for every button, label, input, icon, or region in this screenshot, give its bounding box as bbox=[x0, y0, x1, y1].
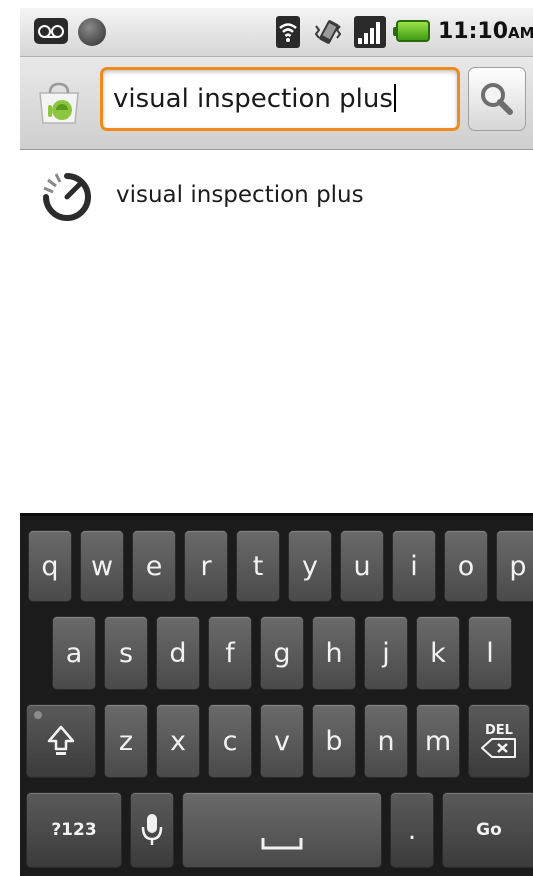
search-button[interactable] bbox=[468, 67, 526, 131]
shift-key[interactable] bbox=[26, 704, 96, 778]
key-r[interactable]: r bbox=[184, 530, 228, 602]
key-u[interactable]: u bbox=[340, 530, 384, 602]
key-g[interactable]: g bbox=[260, 616, 304, 690]
key-q[interactable]: q bbox=[28, 530, 72, 602]
text-caret bbox=[393, 84, 396, 112]
soft-keyboard: q w e r t y u i o p a s d f g h j k l z … bbox=[20, 513, 533, 876]
recent-search-icon bbox=[38, 168, 96, 226]
backspace-icon bbox=[481, 737, 516, 758]
microphone-key[interactable] bbox=[130, 792, 174, 868]
key-s[interactable]: s bbox=[104, 616, 148, 690]
key-e[interactable]: e bbox=[132, 530, 176, 602]
key-c[interactable]: c bbox=[208, 704, 252, 778]
key-i[interactable]: i bbox=[392, 530, 436, 602]
key-d[interactable]: d bbox=[156, 616, 200, 690]
android-icon bbox=[78, 18, 106, 46]
results-area bbox=[20, 242, 533, 510]
key-v[interactable]: v bbox=[260, 704, 304, 778]
shift-icon bbox=[47, 725, 75, 755]
clock-time: 11:10 bbox=[438, 19, 509, 44]
microphone-icon bbox=[141, 814, 163, 845]
key-m[interactable]: m bbox=[416, 704, 460, 778]
clock-ampm: AM bbox=[508, 24, 533, 42]
delete-label: DEL bbox=[485, 722, 513, 738]
symbols-key[interactable]: ?123 bbox=[26, 792, 122, 868]
key-l[interactable]: l bbox=[468, 616, 512, 690]
go-key[interactable]: Go bbox=[442, 792, 533, 868]
space-icon bbox=[261, 838, 303, 850]
key-a[interactable]: a bbox=[52, 616, 96, 690]
status-bar: 11:10AM bbox=[20, 8, 533, 57]
signal-icon bbox=[354, 16, 386, 48]
shift-lock-indicator bbox=[34, 711, 42, 719]
key-b[interactable]: b bbox=[312, 704, 356, 778]
key-x[interactable]: x bbox=[156, 704, 200, 778]
period-key[interactable]: . bbox=[390, 792, 434, 868]
key-h[interactable]: h bbox=[312, 616, 356, 690]
search-header: visual inspection plus bbox=[20, 57, 533, 150]
device-frame: 11:10AM visual inspection plus visual in… bbox=[0, 0, 533, 876]
key-f[interactable]: f bbox=[208, 616, 252, 690]
key-p[interactable]: p bbox=[496, 530, 533, 602]
voicemail-icon bbox=[34, 18, 68, 44]
key-y[interactable]: y bbox=[288, 530, 332, 602]
space-key[interactable] bbox=[182, 792, 382, 868]
key-t[interactable]: t bbox=[236, 530, 280, 602]
key-n[interactable]: n bbox=[364, 704, 408, 778]
suggestion-item[interactable]: visual inspection plus bbox=[20, 150, 533, 243]
suggestion-label: visual inspection plus bbox=[116, 182, 364, 208]
delete-key[interactable]: DEL bbox=[468, 704, 530, 778]
wifi-icon bbox=[276, 16, 300, 48]
battery-icon bbox=[393, 20, 430, 42]
search-icon bbox=[481, 83, 513, 115]
vibrate-icon bbox=[312, 16, 344, 48]
search-input[interactable]: visual inspection plus bbox=[100, 67, 460, 131]
key-o[interactable]: o bbox=[444, 530, 488, 602]
key-k[interactable]: k bbox=[416, 616, 460, 690]
key-z[interactable]: z bbox=[104, 704, 148, 778]
status-clock: 11:10AM bbox=[438, 19, 533, 47]
key-j[interactable]: j bbox=[364, 616, 408, 690]
key-w[interactable]: w bbox=[80, 530, 124, 602]
market-icon[interactable] bbox=[34, 79, 84, 129]
screen: 11:10AM visual inspection plus visual in… bbox=[20, 8, 533, 876]
search-query: visual inspection plus bbox=[113, 84, 393, 114]
